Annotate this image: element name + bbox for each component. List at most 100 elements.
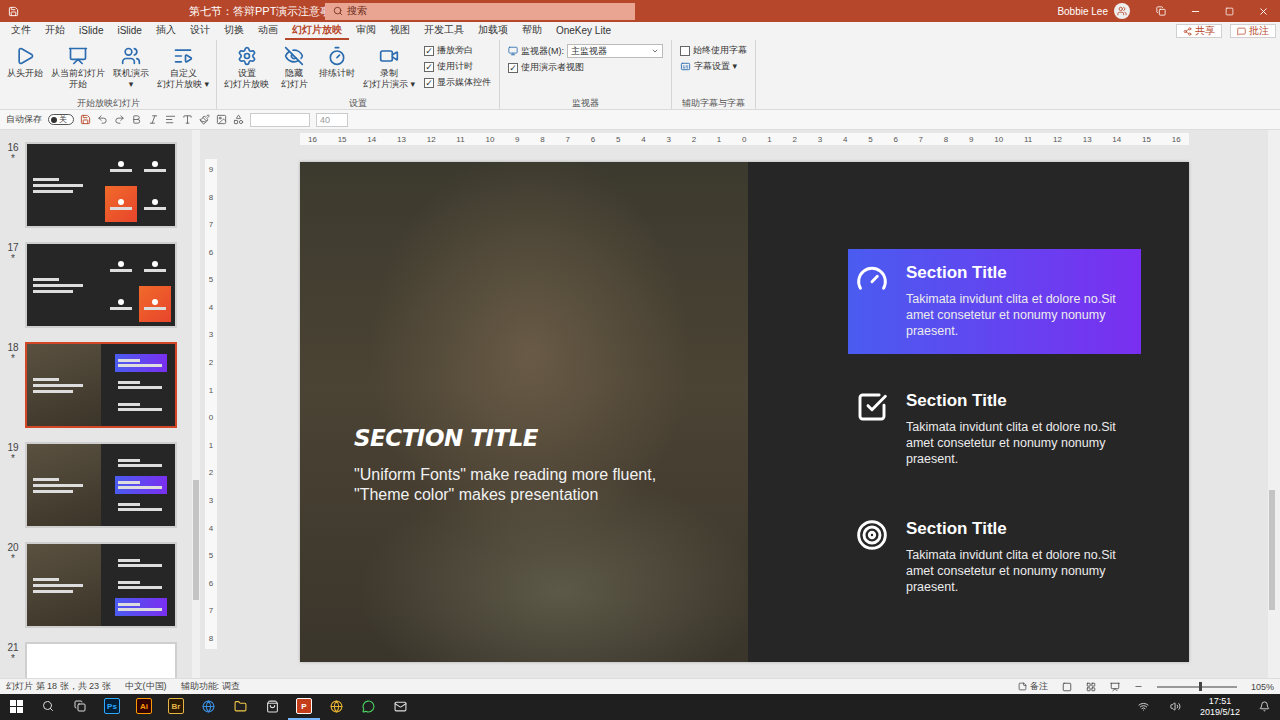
ribbon-checkbox[interactable]: 始终使用字幕 bbox=[680, 44, 747, 57]
slide-thumbnail[interactable] bbox=[25, 442, 177, 528]
chrome-icon[interactable] bbox=[320, 694, 352, 720]
edge-icon[interactable] bbox=[192, 694, 224, 720]
taskbar-app[interactable]: Ps bbox=[96, 694, 128, 720]
explorer-icon[interactable] bbox=[224, 694, 256, 720]
zoom-level[interactable]: 105% bbox=[1251, 682, 1274, 692]
shapes-icon[interactable] bbox=[233, 114, 244, 125]
ribbon-checkbox[interactable]: ✓显示媒体控件 bbox=[424, 76, 491, 89]
menu-tab[interactable]: OneKey Lite bbox=[549, 22, 618, 40]
mail-icon[interactable] bbox=[384, 694, 416, 720]
checkbox-box[interactable]: ✓ bbox=[424, 78, 434, 88]
reading-view-icon[interactable] bbox=[1110, 682, 1120, 692]
undo-icon[interactable] bbox=[97, 114, 108, 125]
checkbox-box[interactable]: ✓ bbox=[508, 63, 518, 73]
bold-icon[interactable] bbox=[131, 114, 142, 125]
zoom-out-icon[interactable] bbox=[1134, 682, 1143, 691]
italic-icon[interactable] bbox=[148, 114, 159, 125]
ribbon-checkbox[interactable]: ✓播放旁白 bbox=[424, 44, 491, 57]
redo-icon[interactable] bbox=[114, 114, 125, 125]
caption-settings-button[interactable]: 字幕设置 ▾ bbox=[680, 60, 747, 73]
text-icon[interactable] bbox=[182, 114, 193, 125]
thumbnail-row[interactable]: 20* bbox=[4, 542, 192, 628]
section-item[interactable]: Section TitleTakimata invidunt clita et … bbox=[848, 505, 1141, 610]
ribbon-button[interactable]: 排练计时 bbox=[316, 42, 358, 81]
slide-quote[interactable]: "Uniform Fonts" make reading more fluent… bbox=[354, 465, 718, 505]
slide-thumbnail[interactable] bbox=[25, 642, 177, 678]
avatar-icon[interactable] bbox=[1114, 3, 1130, 19]
menu-tab[interactable]: 帮助 bbox=[515, 22, 549, 40]
scroll-thumb[interactable] bbox=[193, 480, 199, 600]
sorter-view-icon[interactable] bbox=[1086, 682, 1096, 692]
menu-tab[interactable]: iSlide bbox=[110, 22, 148, 40]
align-icon[interactable] bbox=[165, 114, 176, 125]
ribbon-button[interactable]: 从当前幻灯片开始 bbox=[48, 42, 108, 92]
save-icon[interactable] bbox=[8, 6, 19, 17]
checkbox-box[interactable]: ✓ bbox=[424, 46, 434, 56]
user-name[interactable]: Bobbie Lee bbox=[1057, 6, 1108, 17]
taskbar-app[interactable]: Ai bbox=[128, 694, 160, 720]
scroll-thumb[interactable] bbox=[1269, 490, 1275, 610]
thumbnail-scrollbar[interactable] bbox=[192, 130, 200, 678]
store-icon[interactable] bbox=[256, 694, 288, 720]
menu-tab[interactable]: 动画 bbox=[251, 22, 285, 40]
checkbox-box[interactable] bbox=[680, 46, 690, 56]
image-icon[interactable] bbox=[216, 114, 227, 125]
autosave-toggle[interactable]: 关 bbox=[48, 114, 74, 125]
wifi-icon[interactable] bbox=[1128, 694, 1160, 720]
ribbon-button[interactable]: 自定义幻灯片放映 ▾ bbox=[154, 42, 212, 92]
start-button[interactable] bbox=[0, 694, 32, 720]
menu-action-button[interactable]: 共享 bbox=[1176, 24, 1222, 38]
zoom-slider[interactable] bbox=[1157, 686, 1237, 688]
volume-icon[interactable] bbox=[1160, 694, 1192, 720]
wechat-icon[interactable] bbox=[352, 694, 384, 720]
checkbox-box[interactable]: ✓ bbox=[424, 62, 434, 72]
monitor-select[interactable]: 主监视器 bbox=[567, 44, 663, 58]
photo-panel[interactable]: SECTION TITLE "Uniform Fonts" make readin… bbox=[300, 162, 748, 662]
taskbar-app[interactable]: Br bbox=[160, 694, 192, 720]
accessibility[interactable]: 辅助功能: 调查 bbox=[181, 680, 240, 693]
font-size-field[interactable]: 40 bbox=[316, 113, 348, 127]
editor-scrollbar[interactable] bbox=[1268, 130, 1280, 678]
menu-tab[interactable]: 开发工具 bbox=[417, 22, 471, 40]
thumbnail-row[interactable]: 17* bbox=[4, 242, 192, 328]
menu-tab[interactable]: 切换 bbox=[217, 22, 251, 40]
ribbon-button[interactable]: 从头开始 bbox=[4, 42, 46, 81]
thumbnail-row[interactable]: 21* bbox=[4, 642, 192, 678]
ribbon-checkbox[interactable]: ✓使用计时 bbox=[424, 60, 491, 73]
menu-tab[interactable]: 审阅 bbox=[349, 22, 383, 40]
save-icon[interactable] bbox=[80, 114, 91, 125]
menu-tab[interactable]: 开始 bbox=[38, 22, 72, 40]
ribbon-display-icon[interactable] bbox=[1144, 0, 1178, 22]
menu-tab[interactable]: 加载项 bbox=[471, 22, 515, 40]
slide-thumbnail[interactable] bbox=[25, 242, 177, 328]
font-name-field[interactable] bbox=[250, 113, 310, 127]
thumbnail-row[interactable]: 18* bbox=[4, 342, 192, 428]
menu-tab[interactable]: 视图 bbox=[383, 22, 417, 40]
minimize-icon[interactable] bbox=[1178, 0, 1212, 22]
maximize-icon[interactable] bbox=[1212, 0, 1246, 22]
thumbnail-row[interactable]: 19* bbox=[4, 442, 192, 528]
menu-tab[interactable]: 文件 bbox=[4, 22, 38, 40]
search-icon[interactable] bbox=[32, 694, 64, 720]
section-item[interactable]: Section TitleTakimata invidunt clita et … bbox=[848, 377, 1141, 482]
menu-tab[interactable]: iSlide bbox=[72, 22, 110, 40]
menu-tab[interactable]: 设计 bbox=[183, 22, 217, 40]
language[interactable]: 中文(中国) bbox=[125, 680, 167, 693]
menu-tab[interactable]: 插入 bbox=[149, 22, 183, 40]
task-view-icon[interactable] bbox=[64, 694, 96, 720]
paint-icon[interactable] bbox=[199, 114, 210, 125]
close-icon[interactable] bbox=[1246, 0, 1280, 22]
search-box[interactable]: 搜索 bbox=[325, 3, 635, 20]
thumbnail-row[interactable]: 16* bbox=[4, 142, 192, 228]
menu-tab[interactable]: 幻灯片放映 bbox=[285, 22, 349, 40]
slide-thumbnail[interactable] bbox=[25, 142, 177, 228]
notification-icon[interactable] bbox=[1248, 694, 1280, 720]
section-item[interactable]: Section TitleTakimata invidunt clita et … bbox=[848, 249, 1141, 354]
slide-thumbnail[interactable] bbox=[25, 542, 177, 628]
taskbar-app[interactable]: P bbox=[288, 694, 320, 720]
slide-title[interactable]: SECTION TITLE bbox=[354, 425, 718, 451]
menu-action-button[interactable]: 批注 bbox=[1230, 24, 1276, 38]
notes-button[interactable]: 备注 bbox=[1018, 680, 1048, 693]
ribbon-checkbox[interactable]: ✓使用演示者视图 bbox=[508, 61, 663, 74]
zoom-knob[interactable] bbox=[1199, 682, 1202, 691]
